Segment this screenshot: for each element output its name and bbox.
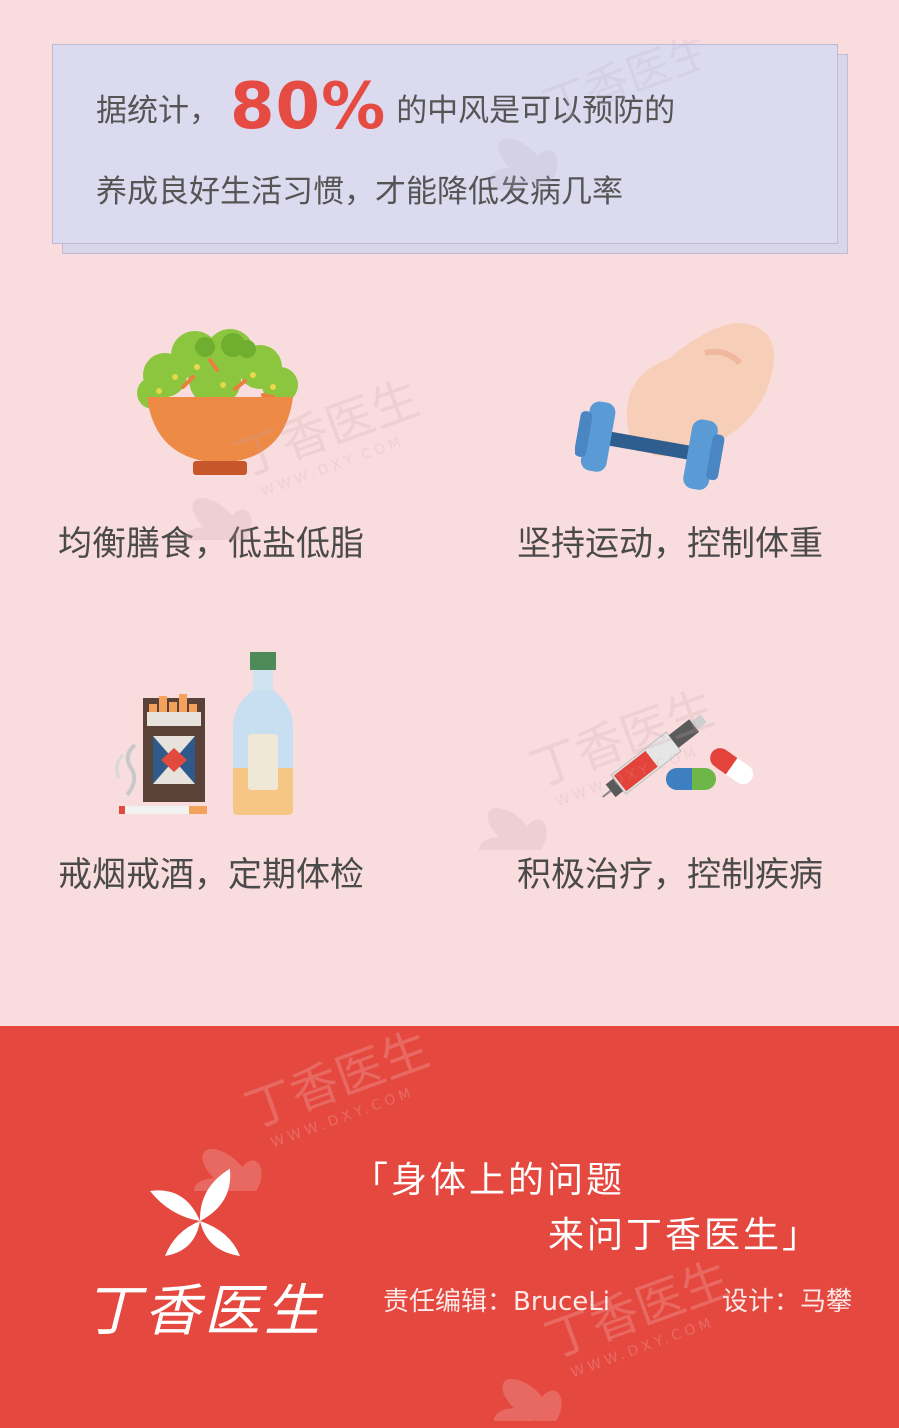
- intro-prefix: 据统计，: [96, 92, 220, 129]
- watermark-logo-icon: 丁香医生: [489, 40, 700, 190]
- footer: 丁香医生 WWW.DXY.COM 丁香医生 WWW.DXY.COM 丁香医生 「…: [0, 1026, 899, 1428]
- tip-treatment-label: 积极治疗，控制疾病: [517, 855, 823, 895]
- watermark-logo-icon: 丁香医生 WWW.DXY.COM: [478, 690, 715, 850]
- dumbbell-arm-icon: [575, 323, 774, 490]
- watermark-logo-icon: 丁香医生 WWW.DXY.COM: [183, 380, 420, 540]
- designer-credit: 设计：马攀: [722, 1287, 853, 1317]
- tip-quit-label: 戒烟戒酒，定期体检: [58, 855, 364, 895]
- clove-flower-logo-icon: [150, 1168, 240, 1256]
- editor-credit: 责任编辑：BruceLi: [383, 1287, 611, 1317]
- tip-exercise-label: 坚持运动，控制体重: [517, 524, 823, 564]
- logo-text: 丁香医生: [84, 1279, 324, 1344]
- intro-percent: 80%: [230, 70, 387, 144]
- slogan-line-1: 「身体上的问题: [352, 1160, 626, 1201]
- cigarette-bottle-icon: [115, 652, 293, 815]
- svg-text:丁香医生: 丁香医生: [537, 40, 700, 133]
- slogan-line-2: 来问丁香医生」: [548, 1215, 822, 1256]
